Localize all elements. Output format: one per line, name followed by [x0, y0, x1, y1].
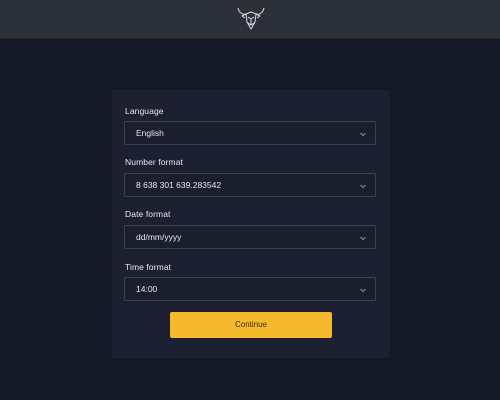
time-format-label: Time format	[125, 262, 172, 272]
chevron-down-icon	[360, 288, 366, 293]
date-format-select[interactable]: dd/mm/yyyy	[124, 225, 376, 249]
number-format-value: 8 638 301 639.283542	[136, 180, 222, 190]
time-format-value: 14:00	[136, 284, 158, 294]
language-value: English	[136, 128, 164, 138]
date-format-value: dd/mm/yyyy	[136, 232, 182, 242]
number-format-select[interactable]: 8 638 301 639.283542	[124, 173, 376, 197]
chevron-down-icon	[360, 184, 366, 189]
chevron-down-icon	[360, 236, 366, 241]
top-bar	[0, 0, 500, 39]
time-format-select[interactable]: 14:00	[124, 277, 376, 301]
locale-settings-card: Language English Number format 8 638 301…	[112, 90, 390, 358]
chevron-down-icon	[360, 132, 366, 137]
language-label: Language	[125, 106, 164, 116]
language-select[interactable]: English	[124, 121, 376, 145]
bull-head-logo-icon	[237, 7, 265, 30]
continue-button[interactable]: Continue	[170, 312, 332, 338]
number-format-label: Number format	[125, 157, 183, 167]
date-format-label: Date format	[125, 209, 171, 219]
